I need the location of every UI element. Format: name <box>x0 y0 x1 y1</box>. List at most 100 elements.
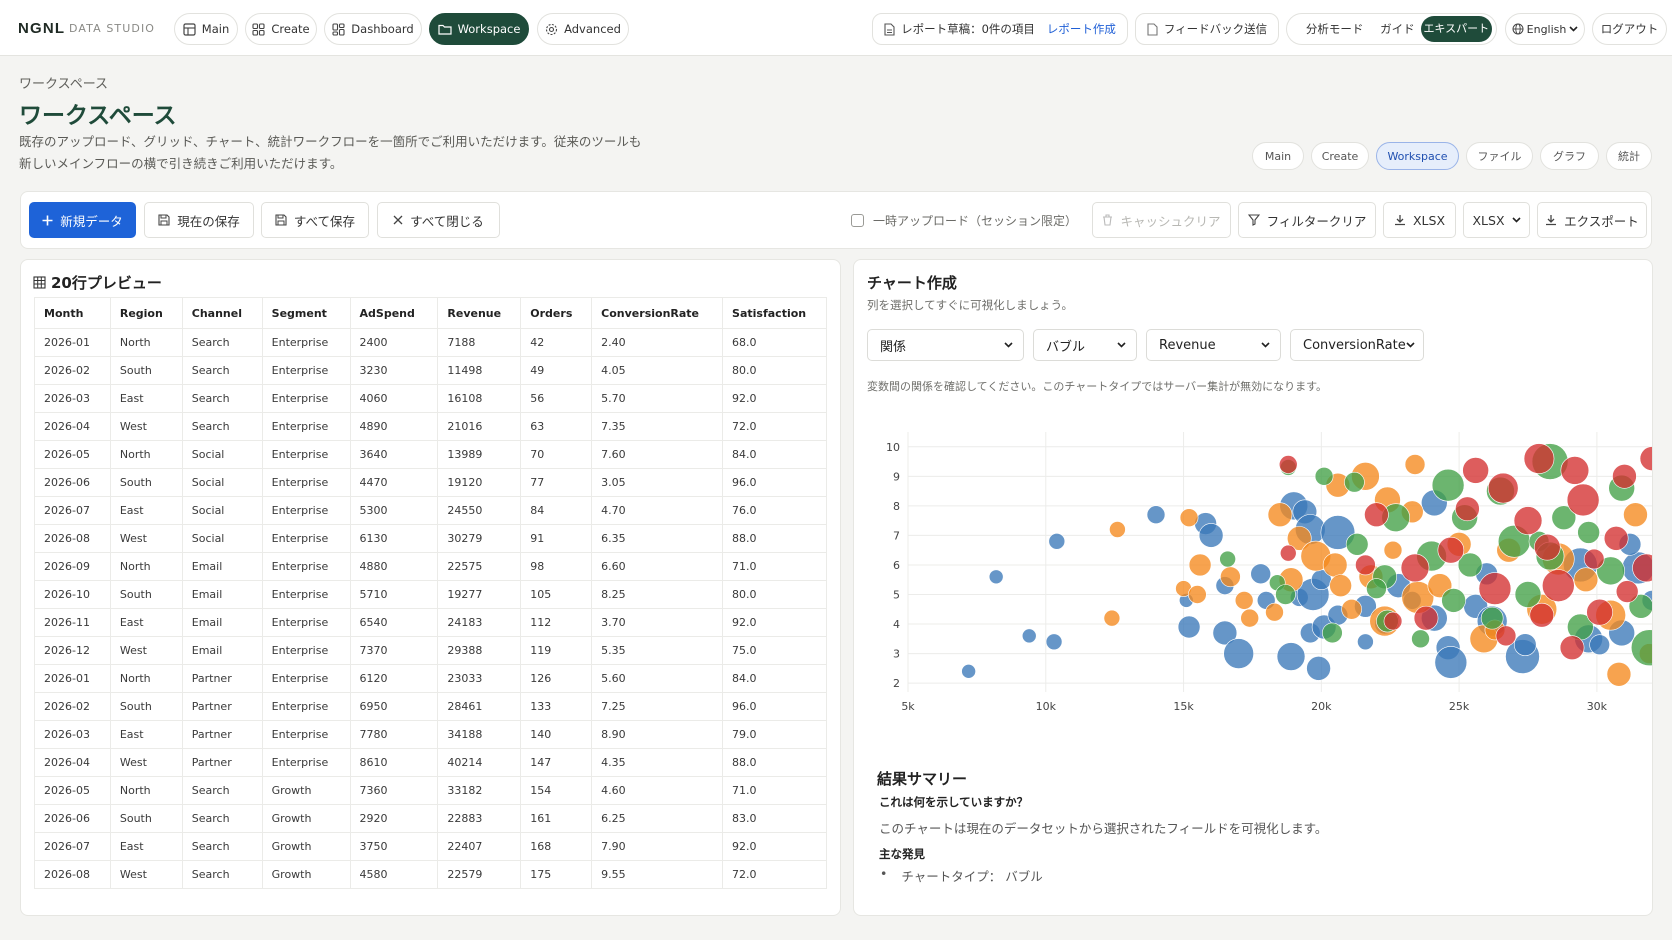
gear-icon <box>545 23 558 36</box>
table-row[interactable]: 2026-04 West Partner Enterprise 8610 40214 147… <box>34 748 827 777</box>
table-cell: 49 <box>520 356 593 385</box>
table-row[interactable]: 2026-11 East Email Enterprise 6540 24183 112 3.… <box>34 608 827 637</box>
table-cell: 2026-07 <box>34 832 111 861</box>
nav-dashboard[interactable]: Dashboard <box>324 13 422 45</box>
table-row[interactable]: 2026-06 South Social Enterprise 4470 19120 77 3… <box>34 468 827 497</box>
table-cell: 71.0 <box>722 776 827 805</box>
table-cell: Enterprise <box>261 692 351 721</box>
save-all-button[interactable]: すべて保存 <box>261 202 369 238</box>
table-row[interactable]: 2026-07 East Search Growth 3750 22407 168 7.90 9… <box>34 832 827 861</box>
column-header[interactable]: Month <box>34 297 111 329</box>
table-cell: Social <box>181 468 263 497</box>
y-field-select[interactable]: ConversionRate <box>1290 329 1424 361</box>
column-header[interactable]: Segment <box>261 297 351 329</box>
cache-clear-button[interactable]: キャッシュクリア <box>1092 202 1231 238</box>
temp-upload-checkbox[interactable] <box>851 213 864 227</box>
column-header[interactable]: ConversionRate <box>591 297 724 329</box>
export-button[interactable]: エクスポート <box>1537 202 1647 238</box>
y-tick-label: 4 <box>893 618 900 631</box>
nav-workspace[interactable]: Workspace <box>429 13 529 45</box>
bubble-point <box>1615 580 1639 603</box>
bubble-point <box>1478 572 1512 605</box>
table-cell: Enterprise <box>261 412 351 441</box>
page-description: 既存のアップロード、グリッド、チャート、統計ワークフローを一箇所でご利用いただけ… <box>19 131 709 175</box>
save-current-button[interactable]: 現在の保存 <box>144 202 254 238</box>
table-row[interactable]: 2026-02 South Search Enterprise 3230 11498 49 4… <box>34 356 827 385</box>
feedback-button[interactable]: フィードバック送信 <box>1135 13 1279 45</box>
bubble-point <box>1322 552 1348 578</box>
bubble-point <box>1495 625 1517 647</box>
tab-files[interactable]: ファイル <box>1466 142 1533 170</box>
chevron-down-icon <box>1569 26 1578 32</box>
table-cell: 6.25 <box>591 804 724 833</box>
nav-create[interactable]: Create <box>245 13 317 45</box>
table-row[interactable]: 2026-07 East Social Enterprise 5300 24550 84 4.… <box>34 496 827 525</box>
table-row[interactable]: 2026-08 West Social Enterprise 6130 30279 91 6.… <box>34 524 827 553</box>
bubble-point <box>1345 532 1369 556</box>
table-cell: 7.25 <box>591 692 724 721</box>
bubble-point <box>1322 622 1343 644</box>
tab-create[interactable]: Create <box>1311 142 1369 170</box>
table-row[interactable]: 2026-05 North Social Enterprise 3640 13989 70 7… <box>34 440 827 469</box>
column-header[interactable]: Revenue <box>437 297 522 329</box>
analysis-mode-option[interactable]: 分析モード <box>1295 21 1374 37</box>
temp-upload-option[interactable]: 一時アップロード（セッション限定） <box>851 212 1077 228</box>
format-select[interactable]: XLSX <box>1463 202 1530 238</box>
table-row[interactable]: 2026-03 East Search Enterprise 4060 16108 56 5.… <box>34 384 827 413</box>
table-row[interactable]: 2026-06 South Search Growth 2920 22883 161 6.25… <box>34 804 827 833</box>
table-cell: South <box>109 692 183 721</box>
relation-select[interactable]: 関係 <box>867 329 1024 361</box>
chart-type-select[interactable]: バブル <box>1033 329 1137 361</box>
xlsx-download-button[interactable]: XLSX <box>1383 202 1456 238</box>
expert-option[interactable]: エキスパート <box>1420 16 1492 42</box>
nav-main[interactable]: Main <box>174 13 238 45</box>
language-select[interactable]: English <box>1505 13 1585 45</box>
report-create-link[interactable]: レポート作成 <box>1047 21 1116 37</box>
table-cell: 2026-05 <box>34 776 111 805</box>
tab-workspace[interactable]: Workspace <box>1376 142 1459 170</box>
filter-clear-button[interactable]: フィルタークリア <box>1238 202 1376 238</box>
bubble-point <box>1341 598 1362 620</box>
guide-option[interactable]: ガイド <box>1374 21 1420 37</box>
table-row[interactable]: 2026-09 North Email Enterprise 4880 22575 98 6.… <box>34 552 827 581</box>
tab-main[interactable]: Main <box>1252 142 1304 170</box>
close-all-label: すべて閉じる <box>410 213 484 229</box>
table-cell: 7188 <box>437 328 522 357</box>
table-row[interactable]: 2026-04 West Search Enterprise 4890 21016 63 7.… <box>34 412 827 441</box>
nav-advanced[interactable]: Advanced <box>537 13 629 45</box>
table-cell: 2026-09 <box>34 552 111 581</box>
table-cell: Email <box>181 608 263 637</box>
table-cell: 11498 <box>437 356 522 385</box>
logout-button[interactable]: ログアウト <box>1592 13 1667 45</box>
column-header[interactable]: AdSpend <box>349 297 439 329</box>
y-tick-label: 10 <box>886 441 900 454</box>
column-header[interactable]: Channel <box>181 297 263 329</box>
table-row[interactable]: 2026-03 East Partner Enterprise 7780 34188 140… <box>34 720 827 749</box>
table-row[interactable]: 2026-01 North Search Enterprise 2400 7188 42 2.… <box>34 328 827 357</box>
new-data-button[interactable]: 新規データ <box>29 202 136 238</box>
column-header[interactable]: Orders <box>520 297 593 329</box>
tab-stats[interactable]: 統計 <box>1606 142 1652 170</box>
table-row[interactable]: 2026-01 North Partner Enterprise 6120 23033 12… <box>34 664 827 693</box>
tab-graph[interactable]: グラフ <box>1540 142 1599 170</box>
y-tick-label: 8 <box>893 500 900 513</box>
table-row[interactable]: 2026-02 South Partner Enterprise 6950 28461 13… <box>34 692 827 721</box>
table-row[interactable]: 2026-05 North Search Growth 7360 33182 154 4.60… <box>34 776 827 805</box>
save-all-label: すべて保存 <box>293 213 356 229</box>
table-row[interactable]: 2026-12 West Email Enterprise 7370 29388 119 5.… <box>34 636 827 665</box>
table-row[interactable]: 2026-10 South Email Enterprise 5710 19277 105 8… <box>34 580 827 609</box>
page-description-line: 新しいメインフローの横で引き続きご利用いただけます。 <box>19 156 343 171</box>
x-field-select[interactable]: Revenue <box>1146 329 1281 361</box>
table-cell: West <box>109 412 183 441</box>
bubble-point <box>1045 633 1063 651</box>
column-header[interactable]: Satisfaction <box>722 297 827 329</box>
document-icon <box>884 22 895 36</box>
save-current-label: 現在の保存 <box>177 213 240 229</box>
brand-logo[interactable]: NGNL <box>18 20 65 37</box>
close-all-button[interactable]: すべて閉じる <box>377 202 500 238</box>
bubble-point <box>1234 591 1254 610</box>
y-axis: 2 3 4 5 6 7 8 9 10 <box>886 441 900 690</box>
table-row[interactable]: 2026-08 West Search Growth 4580 22579 175 9.55 7… <box>34 860 827 889</box>
column-header[interactable]: Region <box>109 297 183 329</box>
bubble-point <box>1533 533 1561 561</box>
